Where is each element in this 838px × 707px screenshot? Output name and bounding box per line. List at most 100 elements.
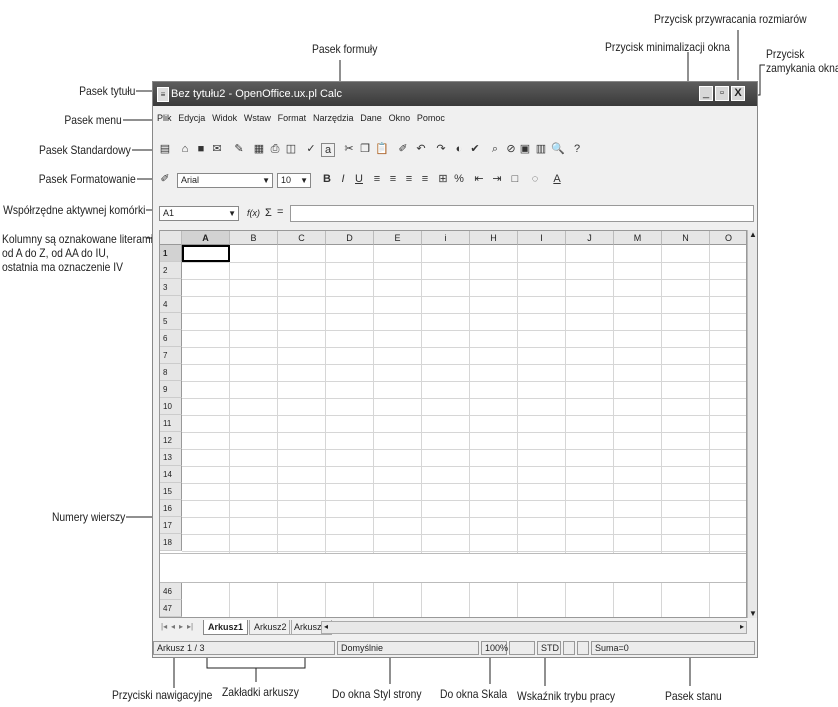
bold-button[interactable]: B (321, 173, 333, 185)
restore-button[interactable]: ▫ (715, 86, 729, 101)
edit-file-icon[interactable]: ✎ (233, 143, 245, 155)
menu-file[interactable]: Plik (157, 110, 172, 126)
paste-icon[interactable]: 📋 (375, 143, 389, 155)
justify-icon[interactable]: ≡ (419, 173, 431, 185)
styles-icon[interactable]: ✐ (159, 173, 171, 185)
column-header[interactable]: N (662, 231, 710, 245)
column-header[interactable]: i (422, 231, 470, 245)
menu-help[interactable]: Pomoc (417, 110, 445, 126)
merge-cells-icon[interactable]: ⊞ (437, 173, 449, 185)
gallery-icon[interactable]: ▣ (519, 143, 531, 155)
autospell-icon[interactable]: a (321, 143, 335, 157)
help-icon[interactable]: ? (571, 143, 583, 155)
undo-icon[interactable]: ↶ (415, 143, 427, 155)
column-header[interactable]: D (326, 231, 374, 245)
row-header[interactable]: 18 (160, 534, 182, 551)
export-pdf-icon[interactable]: ▦ (253, 143, 265, 155)
navigator-icon[interactable]: ⊘ (505, 143, 517, 155)
column-header[interactable]: O (710, 231, 746, 245)
spreadsheet-grid[interactable]: A B C D E i H I J M N O 1 2 3 4 5 6 7 8 9 10 11 12 1… (159, 230, 747, 618)
column-header[interactable]: A (182, 231, 230, 245)
email-icon[interactable]: ✉ (211, 143, 223, 155)
nav-first-icon[interactable]: |◂ (161, 622, 167, 631)
redo-icon[interactable]: ↷ (435, 143, 447, 155)
minimize-button[interactable]: _ (699, 86, 713, 101)
italic-button[interactable]: I (337, 173, 349, 185)
row-header[interactable]: 13 (160, 449, 182, 466)
scroll-down-icon[interactable]: ▼ (749, 609, 757, 618)
menu-tools[interactable]: Narzędzia (313, 110, 354, 126)
column-header[interactable]: H (470, 231, 518, 245)
sum-icon[interactable]: Σ (265, 207, 272, 219)
menu-window[interactable]: Okno (389, 110, 411, 126)
menu-edit[interactable]: Edycja (178, 110, 205, 126)
print-preview-icon[interactable]: ◫ (285, 143, 297, 155)
active-cell-a1[interactable] (182, 245, 230, 262)
vertical-scrollbar[interactable]: ▲ ▼ (747, 230, 757, 618)
column-header[interactable]: C (278, 231, 326, 245)
save-icon[interactable]: ■ (195, 143, 207, 155)
title-bar[interactable]: ≡ Bez tytułu2 - OpenOffice.ux.pl Calc _ … (153, 82, 757, 106)
column-header[interactable]: J (566, 231, 614, 245)
menu-insert[interactable]: Wstaw (244, 110, 271, 126)
row-header[interactable]: 47 (160, 600, 182, 617)
new-document-icon[interactable]: ▤ (159, 143, 171, 155)
datasources-icon[interactable]: ▥ (535, 143, 547, 155)
cell-reference-box[interactable]: A1 ▼ (159, 206, 239, 221)
menu-format[interactable]: Format (278, 110, 307, 126)
scroll-up-icon[interactable]: ▲ (749, 230, 757, 239)
column-header[interactable]: B (230, 231, 278, 245)
hyperlink-icon[interactable]: ◐ (453, 143, 465, 155)
row-header[interactable]: 4 (160, 296, 182, 313)
underline-button[interactable]: U (353, 173, 365, 185)
row-header[interactable]: 11 (160, 415, 182, 432)
borders-icon[interactable]: □ (509, 173, 521, 185)
sheet-tab-2[interactable]: Arkusz2 (249, 620, 292, 635)
row-header[interactable]: 14 (160, 466, 182, 483)
align-left-icon[interactable]: ≡ (371, 173, 383, 185)
row-header[interactable]: 2 (160, 262, 182, 279)
row-header[interactable]: 15 (160, 483, 182, 500)
spellcheck-icon[interactable]: ✓ (305, 143, 317, 155)
row-header[interactable]: 17 (160, 517, 182, 534)
background-color-icon[interactable]: ◌ (529, 173, 541, 185)
row-header[interactable]: 5 (160, 313, 182, 330)
open-icon[interactable]: ⌂ (179, 143, 191, 155)
align-right-icon[interactable]: ≡ (403, 173, 415, 185)
zoom-indicator[interactable]: 100% (481, 641, 508, 655)
check-icon[interactable]: ✔ (469, 143, 481, 155)
decrease-indent-icon[interactable]: ⇤ (473, 173, 485, 185)
align-center-icon[interactable]: ≡ (387, 173, 399, 185)
horizontal-scrollbar[interactable]: ◂ ▸ (321, 621, 747, 634)
mode-indicator[interactable]: STD (537, 641, 561, 655)
sheet-tab-1[interactable]: Arkusz1 (203, 620, 249, 635)
format-paintbrush-icon[interactable]: ✐ (397, 143, 409, 155)
close-button[interactable]: X (731, 86, 745, 101)
font-name-select[interactable]: Arial ▼ (177, 173, 273, 188)
row-header[interactable]: 46 (160, 583, 182, 600)
find-icon[interactable]: ⌕ (489, 143, 501, 155)
cut-icon[interactable]: ✂ (343, 143, 355, 155)
nav-last-icon[interactable]: ▸| (187, 622, 193, 631)
row-header[interactable]: 8 (160, 364, 182, 381)
column-header[interactable]: I (518, 231, 566, 245)
increase-indent-icon[interactable]: ⇥ (491, 173, 503, 185)
print-icon[interactable]: ⎙ (269, 143, 281, 155)
font-size-select[interactable]: 10 ▼ (277, 173, 311, 188)
row-header[interactable]: 10 (160, 398, 182, 415)
formula-input[interactable] (290, 205, 754, 222)
corner-header[interactable] (160, 231, 182, 245)
zoom-icon[interactable]: 🔍 (551, 143, 565, 155)
row-header[interactable]: 6 (160, 330, 182, 347)
function-button[interactable]: = (277, 206, 283, 218)
row-header[interactable]: 16 (160, 500, 182, 517)
row-header[interactable]: 3 (160, 279, 182, 296)
column-header[interactable]: M (614, 231, 662, 245)
row-header[interactable]: 1 (160, 245, 182, 262)
scroll-left-icon[interactable]: ◂ (324, 622, 328, 631)
page-style-indicator[interactable]: Domyślnie (337, 641, 479, 655)
font-color-icon[interactable]: A (551, 173, 563, 185)
column-header[interactable]: E (374, 231, 422, 245)
row-header[interactable]: 9 (160, 381, 182, 398)
copy-icon[interactable]: ❐ (359, 143, 371, 155)
